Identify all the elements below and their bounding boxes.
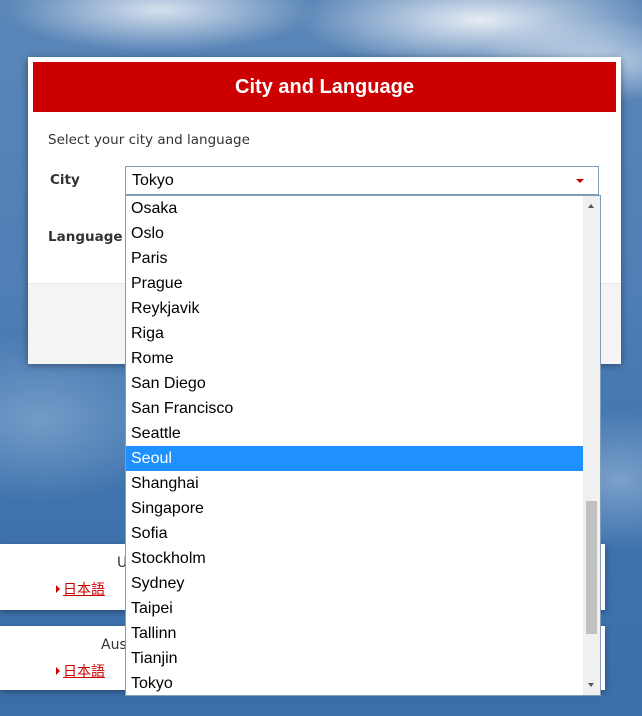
city-option[interactable]: Riga [126, 321, 583, 346]
city-option[interactable]: Tokyo [126, 671, 583, 695]
language-link-label: 日本語 [63, 664, 105, 680]
city-option[interactable]: Osaka [126, 196, 583, 221]
language-label: Language [48, 229, 123, 245]
chevron-down-icon[interactable] [588, 683, 594, 687]
triangle-right-icon [56, 667, 60, 675]
city-option[interactable]: Sydney [126, 571, 583, 596]
card-title: Aus [101, 637, 127, 653]
japanese-language-link[interactable]: 日本語 [56, 579, 105, 599]
dialog-header: City and Language [33, 62, 616, 112]
city-option[interactable]: Seoul [126, 446, 583, 471]
city-option[interactable]: Tianjin [126, 646, 583, 671]
city-option[interactable]: San Diego [126, 371, 583, 396]
city-option[interactable]: Oslo [126, 221, 583, 246]
city-select[interactable]: Tokyo [125, 166, 599, 195]
dialog-instruction: Select your city and language [48, 132, 250, 148]
city-option[interactable]: Taipei [126, 596, 583, 621]
language-link-label: 日本語 [63, 582, 105, 598]
dialog-title: City and Language [235, 75, 414, 98]
city-select-value: Tokyo [132, 172, 174, 189]
chevron-up-icon[interactable] [588, 204, 594, 208]
city-option[interactable]: Paris [126, 246, 583, 271]
city-option[interactable]: Rome [126, 346, 583, 371]
city-option[interactable]: Tallinn [126, 621, 583, 646]
city-option[interactable]: Sofia [126, 521, 583, 546]
city-options: Osaka Oslo Paris Prague Reykjavik Riga Rome San… [126, 196, 583, 695]
scrollbar-thumb[interactable] [586, 501, 597, 634]
city-label: City [50, 172, 80, 188]
city-option[interactable]: Stockholm [126, 546, 583, 571]
city-option[interactable]: Seattle [126, 421, 583, 446]
dropdown-scrollbar[interactable] [583, 196, 600, 695]
japanese-language-link[interactable]: 日本語 [56, 661, 105, 681]
triangle-right-icon [56, 585, 60, 593]
city-option[interactable]: Prague [126, 271, 583, 296]
city-option[interactable]: Reykjavik [126, 296, 583, 321]
caret-down-icon [576, 179, 584, 183]
city-option[interactable]: Shanghai [126, 471, 583, 496]
city-option[interactable]: Singapore [126, 496, 583, 521]
city-dropdown-list[interactable]: Osaka Oslo Paris Prague Reykjavik Riga Rome San… [125, 195, 601, 696]
city-option[interactable]: San Francisco [126, 396, 583, 421]
